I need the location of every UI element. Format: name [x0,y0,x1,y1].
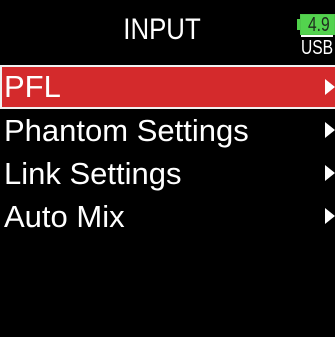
battery-indicator: 4.9 USB [297,14,335,60]
page-title: INPUT [123,13,201,46]
battery-icon: 4.9 [300,14,335,36]
chevron-right-icon [325,122,335,138]
menu-item-auto-mix[interactable]: Auto Mix [0,195,335,238]
header-bar: INPUT 4.9 USB [0,0,335,66]
chevron-right-icon [325,165,335,181]
menu-item-label: Phantom Settings [4,113,249,148]
power-source-label: USB [301,35,334,59]
menu-item-label: Link Settings [4,156,182,191]
menu-item-pfl[interactable]: PFL [0,65,335,109]
menu-item-link-settings[interactable]: Link Settings [0,152,335,195]
menu-list: PFL Phantom Settings Link Settings Auto … [0,65,335,238]
battery-voltage: 4.9 [308,14,330,36]
menu-item-label: Auto Mix [4,199,125,234]
chevron-right-icon [325,208,335,224]
menu-item-phantom-settings[interactable]: Phantom Settings [0,109,335,152]
device-screen: INPUT 4.9 USB PFL Phantom Settings Link … [0,0,335,337]
chevron-right-icon [325,79,335,95]
menu-item-label: PFL [4,69,61,104]
